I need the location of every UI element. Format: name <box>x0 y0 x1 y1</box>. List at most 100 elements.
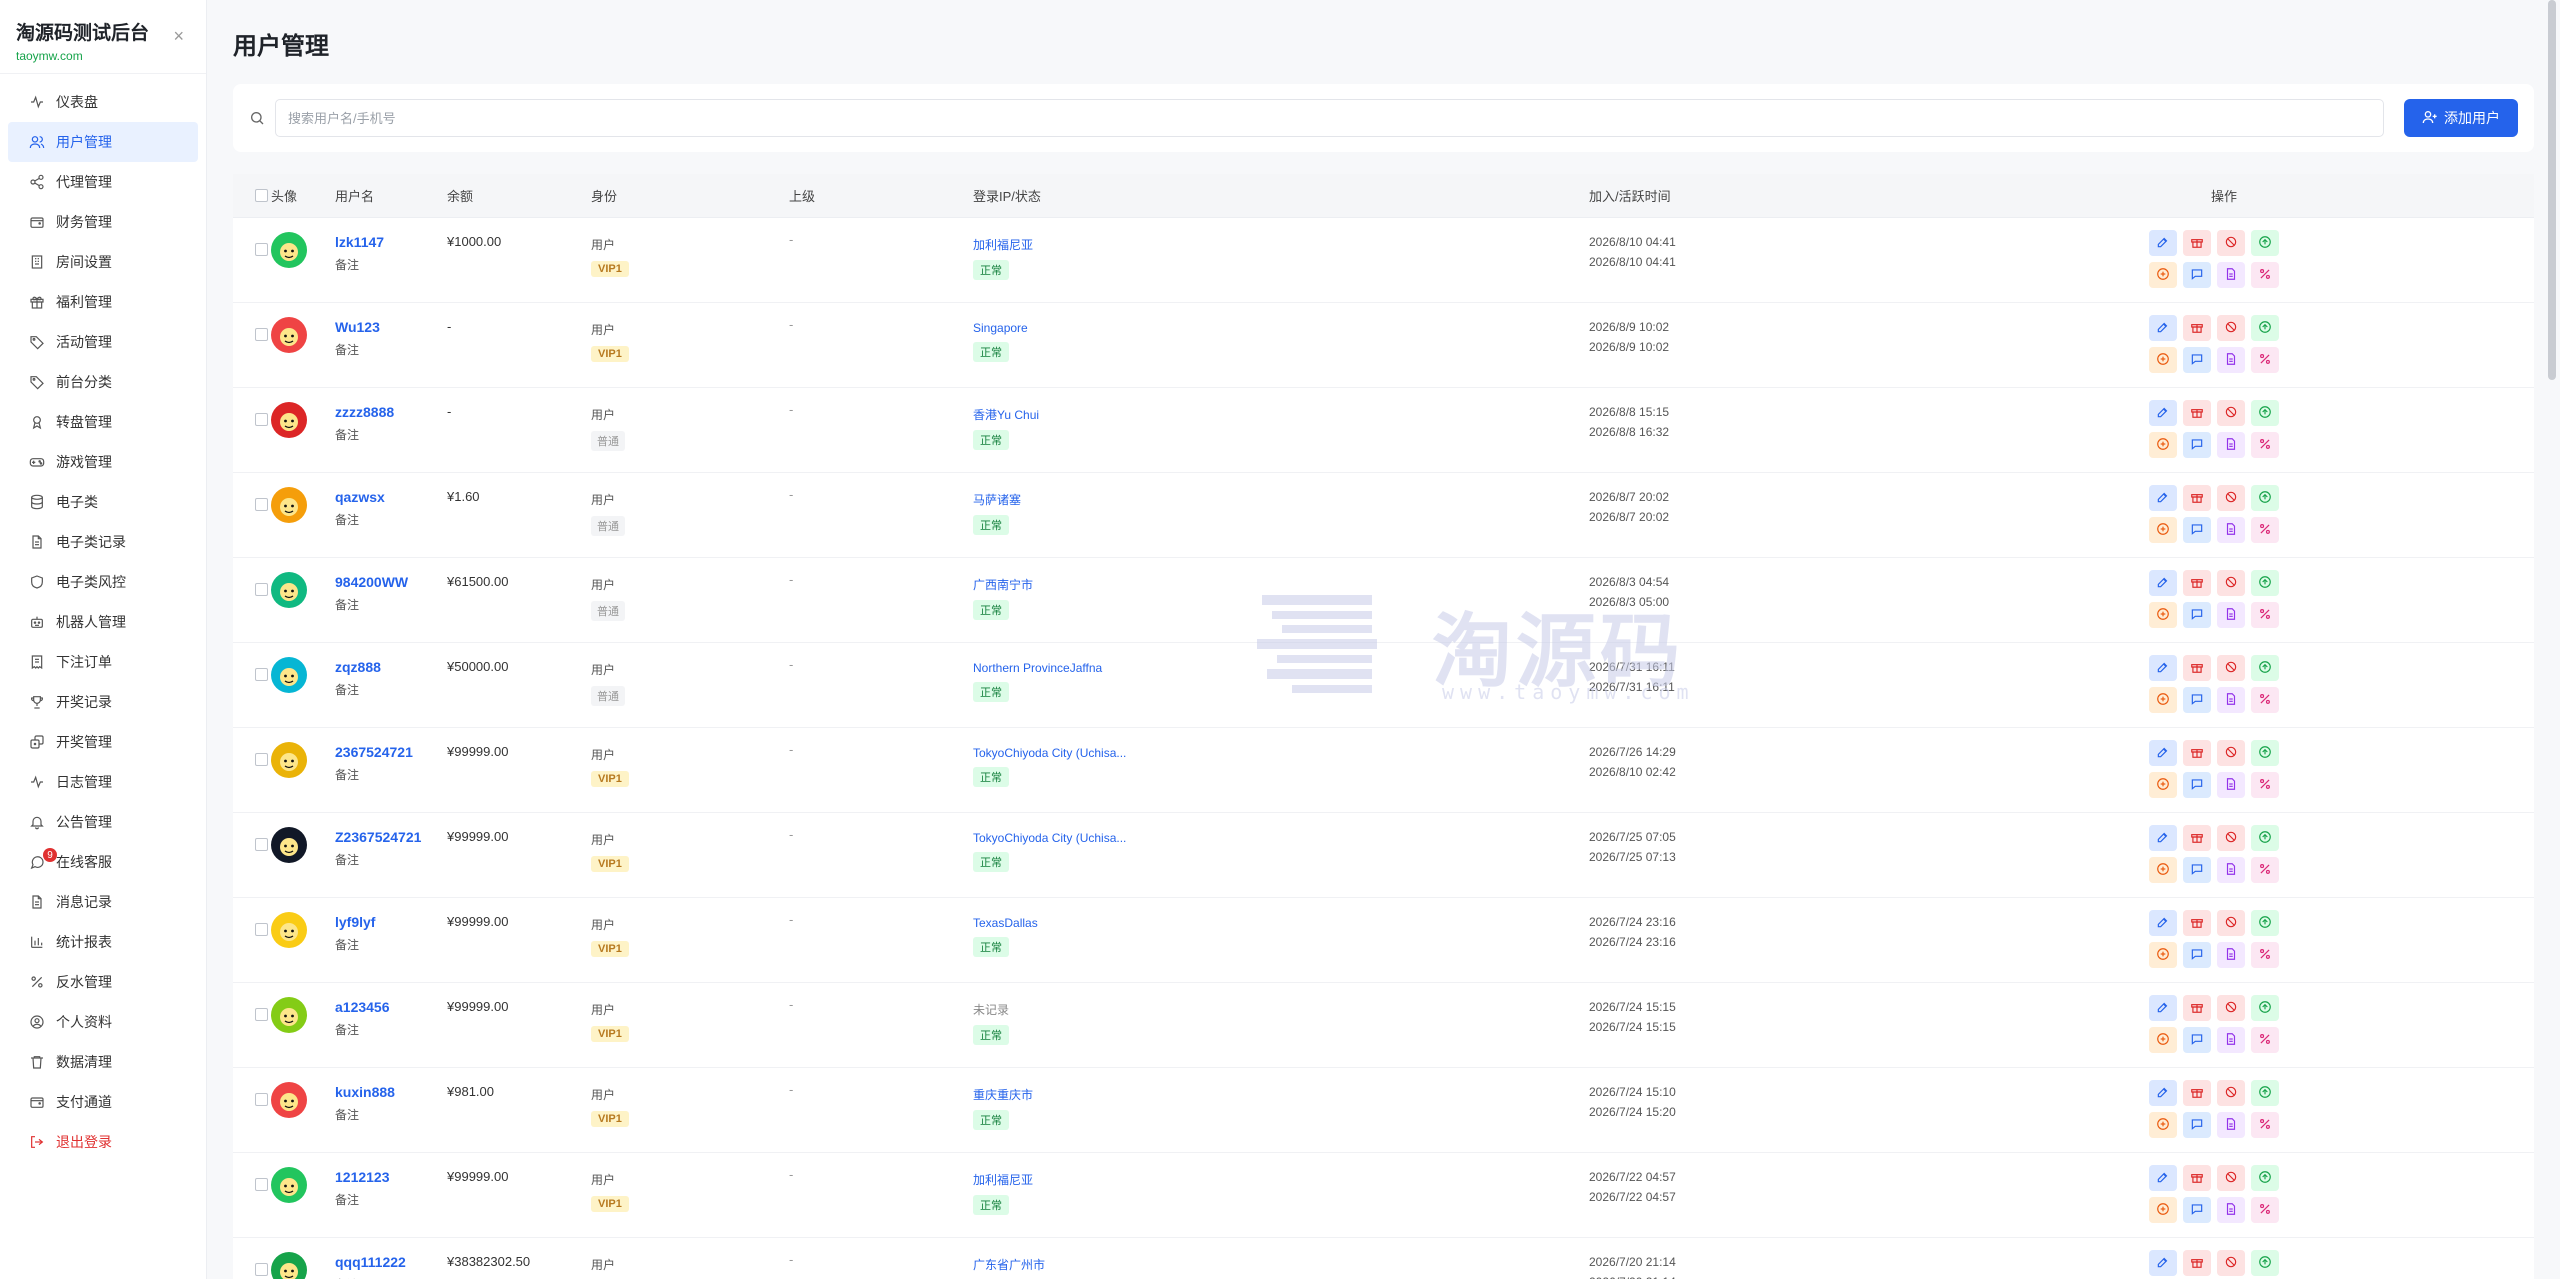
message-button[interactable] <box>2183 347 2211 373</box>
ban-button[interactable] <box>2217 230 2245 256</box>
username-link[interactable]: qqq111222 <box>335 1254 447 1270</box>
ip-location[interactable]: Northern ProvinceJaffna <box>973 661 1589 675</box>
edit-button[interactable] <box>2149 570 2177 596</box>
arrow-up-circle-button[interactable] <box>2251 995 2279 1021</box>
sidebar-item-6[interactable]: 活动管理 <box>8 322 198 362</box>
edit-button[interactable] <box>2149 315 2177 341</box>
message-button[interactable] <box>2183 857 2211 883</box>
row-checkbox[interactable] <box>255 1008 268 1021</box>
ban-button[interactable] <box>2217 995 2245 1021</box>
plus-circle-button[interactable] <box>2149 262 2177 288</box>
arrow-up-circle-button[interactable] <box>2251 230 2279 256</box>
gift-button[interactable] <box>2183 570 2211 596</box>
sidebar-item-22[interactable]: 反水管理 <box>8 962 198 1002</box>
arrow-up-circle-button[interactable] <box>2251 825 2279 851</box>
file-button[interactable] <box>2217 602 2245 628</box>
message-button[interactable] <box>2183 262 2211 288</box>
edit-button[interactable] <box>2149 1165 2177 1191</box>
sidebar-item-19[interactable]: 在线客服 9 <box>8 842 198 882</box>
ban-button[interactable] <box>2217 400 2245 426</box>
username-link[interactable]: qazwsx <box>335 489 447 505</box>
percent-button[interactable] <box>2251 347 2279 373</box>
ip-location[interactable]: TexasDallas <box>973 916 1589 930</box>
arrow-up-circle-button[interactable] <box>2251 400 2279 426</box>
ip-location[interactable]: TokyoChiyoda City (Uchisa... <box>973 831 1589 845</box>
sidebar-item-8[interactable]: 转盘管理 <box>8 402 198 442</box>
ban-button[interactable] <box>2217 740 2245 766</box>
gift-button[interactable] <box>2183 655 2211 681</box>
ip-location[interactable]: 马萨诸塞 <box>973 491 1589 508</box>
edit-button[interactable] <box>2149 1250 2177 1276</box>
row-checkbox[interactable] <box>255 753 268 766</box>
file-button[interactable] <box>2217 1197 2245 1223</box>
plus-circle-button[interactable] <box>2149 1197 2177 1223</box>
sidebar-item-14[interactable]: 下注订单 <box>8 642 198 682</box>
ip-location[interactable]: 广东省广州市 <box>973 1256 1589 1273</box>
file-button[interactable] <box>2217 1027 2245 1053</box>
ip-location[interactable]: TokyoChiyoda City (Uchisa... <box>973 746 1589 760</box>
sidebar-item-23[interactable]: 个人资料 <box>8 1002 198 1042</box>
arrow-up-circle-button[interactable] <box>2251 1250 2279 1276</box>
sidebar-item-20[interactable]: 消息记录 <box>8 882 198 922</box>
edit-button[interactable] <box>2149 400 2177 426</box>
sidebar-item-16[interactable]: 开奖管理 <box>8 722 198 762</box>
username-link[interactable]: Wu123 <box>335 319 447 335</box>
message-button[interactable] <box>2183 432 2211 458</box>
percent-button[interactable] <box>2251 602 2279 628</box>
gift-button[interactable] <box>2183 1080 2211 1106</box>
plus-circle-button[interactable] <box>2149 517 2177 543</box>
sidebar-item-10[interactable]: 电子类 <box>8 482 198 522</box>
plus-circle-button[interactable] <box>2149 857 2177 883</box>
file-button[interactable] <box>2217 347 2245 373</box>
username-link[interactable]: kuxin888 <box>335 1084 447 1100</box>
row-checkbox[interactable] <box>255 583 268 596</box>
file-button[interactable] <box>2217 687 2245 713</box>
percent-button[interactable] <box>2251 772 2279 798</box>
plus-circle-button[interactable] <box>2149 1027 2177 1053</box>
row-checkbox[interactable] <box>255 923 268 936</box>
message-button[interactable] <box>2183 1197 2211 1223</box>
sidebar-item-11[interactable]: 电子类记录 <box>8 522 198 562</box>
arrow-up-circle-button[interactable] <box>2251 655 2279 681</box>
row-checkbox[interactable] <box>255 1178 268 1191</box>
arrow-up-circle-button[interactable] <box>2251 740 2279 766</box>
percent-button[interactable] <box>2251 1197 2279 1223</box>
row-checkbox[interactable] <box>255 243 268 256</box>
plus-circle-button[interactable] <box>2149 602 2177 628</box>
plus-circle-button[interactable] <box>2149 942 2177 968</box>
sidebar-item-21[interactable]: 统计报表 <box>8 922 198 962</box>
file-button[interactable] <box>2217 432 2245 458</box>
gift-button[interactable] <box>2183 230 2211 256</box>
plus-circle-button[interactable] <box>2149 1112 2177 1138</box>
sidebar-item-4[interactable]: 房间设置 <box>8 242 198 282</box>
ip-location[interactable]: 加利福尼亚 <box>973 236 1589 253</box>
username-link[interactable]: zzzz8888 <box>335 404 447 420</box>
edit-button[interactable] <box>2149 485 2177 511</box>
row-checkbox[interactable] <box>255 328 268 341</box>
file-button[interactable] <box>2217 857 2245 883</box>
row-checkbox[interactable] <box>255 1263 268 1276</box>
edit-button[interactable] <box>2149 825 2177 851</box>
sidebar-item-5[interactable]: 福利管理 <box>8 282 198 322</box>
select-all-checkbox[interactable] <box>255 189 268 202</box>
percent-button[interactable] <box>2251 857 2279 883</box>
ip-location[interactable]: Singapore <box>973 321 1589 335</box>
edit-button[interactable] <box>2149 910 2177 936</box>
sidebar-item-3[interactable]: 财务管理 <box>8 202 198 242</box>
username-link[interactable]: Z2367524721 <box>335 829 447 845</box>
username-link[interactable]: 1212123 <box>335 1169 447 1185</box>
sidebar-item-13[interactable]: 机器人管理 <box>8 602 198 642</box>
gift-button[interactable] <box>2183 1165 2211 1191</box>
gift-button[interactable] <box>2183 910 2211 936</box>
scrollbar[interactable] <box>2548 0 2556 380</box>
file-button[interactable] <box>2217 1112 2245 1138</box>
ban-button[interactable] <box>2217 1080 2245 1106</box>
message-button[interactable] <box>2183 1027 2211 1053</box>
username-link[interactable]: a123456 <box>335 999 447 1015</box>
username-link[interactable]: zqz888 <box>335 659 447 675</box>
percent-button[interactable] <box>2251 432 2279 458</box>
gift-button[interactable] <box>2183 740 2211 766</box>
sidebar-item-25[interactable]: 支付通道 <box>8 1082 198 1122</box>
ban-button[interactable] <box>2217 825 2245 851</box>
search-input[interactable] <box>275 99 2384 137</box>
